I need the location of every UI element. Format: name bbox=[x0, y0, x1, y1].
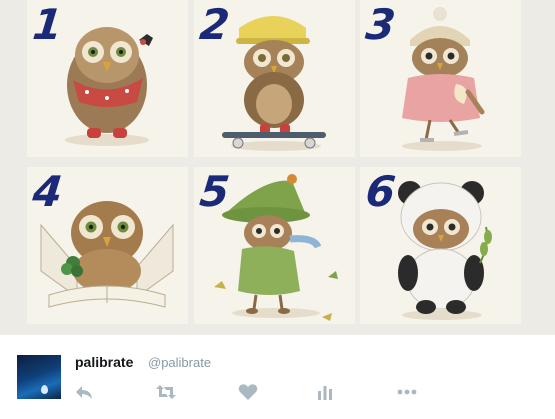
tweet-footer: palibrate @palibrate bbox=[0, 335, 555, 419]
tile-number: 3 bbox=[363, 0, 398, 49]
author-name[interactable]: palibrate bbox=[75, 354, 133, 370]
tile-number: 1 bbox=[30, 0, 65, 49]
author-handle[interactable]: @palibrate bbox=[148, 355, 211, 370]
owl-tile-4[interactable]: 4 bbox=[27, 167, 188, 324]
like-heart-icon bbox=[238, 384, 258, 400]
retweet-icon bbox=[156, 385, 176, 399]
owl-tile-2[interactable]: 2 bbox=[194, 0, 355, 157]
owl-tile-5[interactable]: 5 bbox=[194, 167, 355, 324]
retweet-button[interactable] bbox=[156, 383, 180, 403]
owl-tile-6[interactable]: 6 bbox=[360, 167, 521, 324]
owl-tile-3[interactable]: 3 bbox=[360, 0, 521, 157]
like-button[interactable] bbox=[238, 383, 262, 403]
reply-icon bbox=[76, 386, 92, 399]
reply-button[interactable] bbox=[74, 383, 98, 403]
tile-number: 4 bbox=[30, 167, 65, 216]
water-drop-icon bbox=[41, 385, 48, 394]
more-options-button[interactable] bbox=[397, 383, 421, 403]
analytics-icon bbox=[318, 386, 332, 400]
avatar[interactable] bbox=[17, 355, 61, 399]
owl-tile-1[interactable]: 1 bbox=[27, 0, 188, 157]
tile-number: 6 bbox=[363, 167, 398, 216]
tweet-media-grid[interactable]: 1 2 3 4 5 6 bbox=[0, 0, 555, 335]
tile-number: 2 bbox=[197, 0, 232, 49]
tile-number: 5 bbox=[197, 167, 232, 216]
more-options-icon bbox=[397, 389, 417, 395]
tweet-actions bbox=[70, 383, 430, 403]
analytics-button[interactable] bbox=[315, 383, 339, 403]
